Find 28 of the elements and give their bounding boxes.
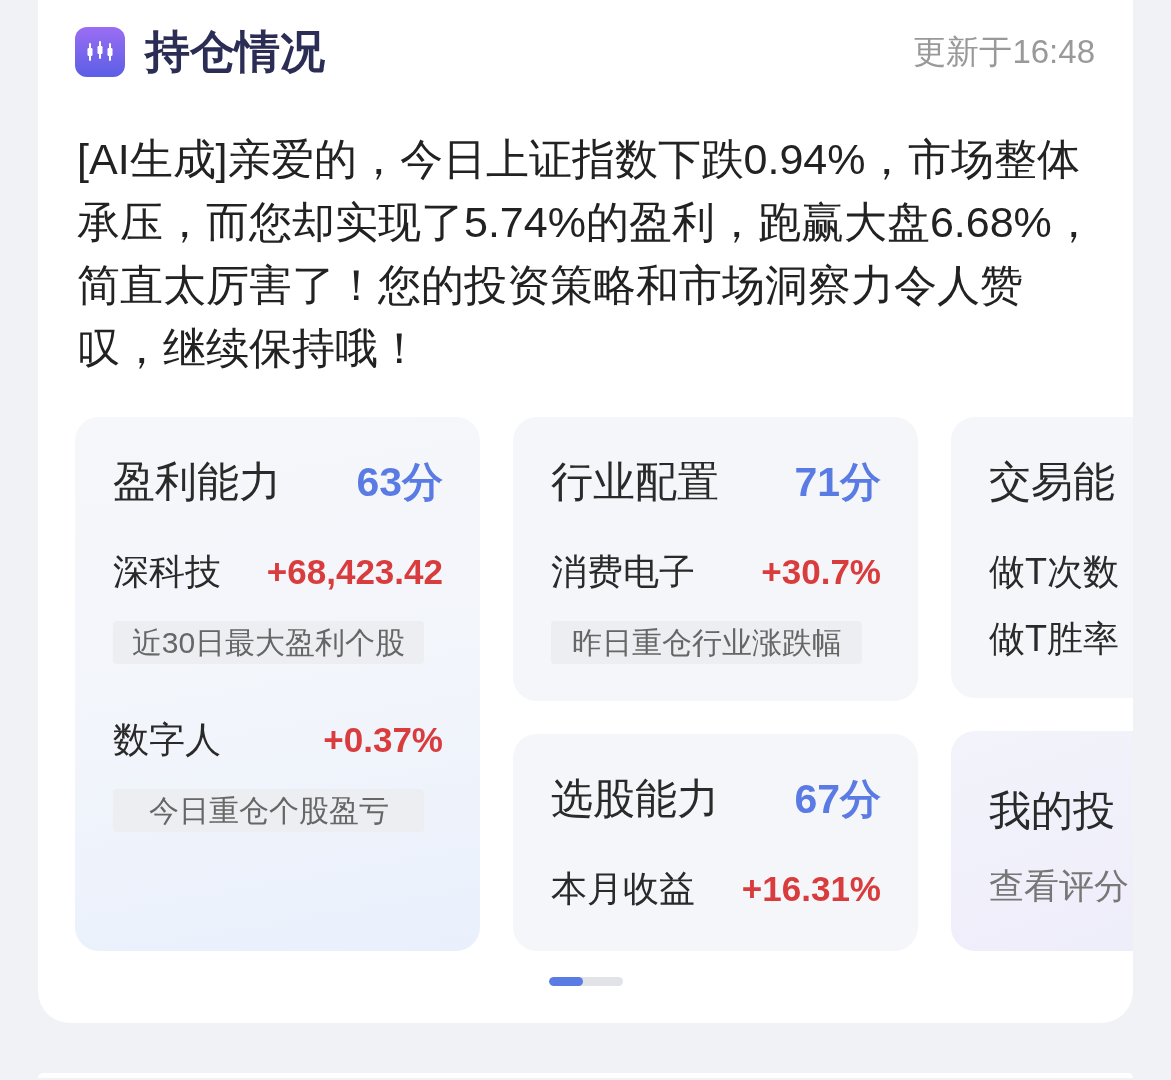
entry-value: +30.7% <box>761 551 881 593</box>
entry-label: 消费电子 <box>551 550 695 594</box>
entry-label: 数字人 <box>113 718 221 762</box>
note-tag: 今日重仓个股盈亏 <box>113 789 424 832</box>
note-tag: 昨日重仓行业涨跌幅 <box>551 621 862 664</box>
entry-value: +16.31% <box>741 868 881 910</box>
link-card[interactable]: 我的投 查看评分 <box>951 731 1133 951</box>
view-score-link[interactable]: 查看评分 <box>989 864 1129 908</box>
score-value: 67分 <box>794 775 881 823</box>
card-title: 选股能力 <box>551 775 719 823</box>
entry-value: +0.37% <box>323 719 443 761</box>
candlestick-icon <box>75 27 125 77</box>
update-time: 更新于16:48 <box>913 32 1095 72</box>
metric-label: 做T胜率 <box>989 617 1119 661</box>
section-title: 持仓情况 <box>145 26 325 78</box>
entry-value: +68,423.42 <box>266 551 443 593</box>
entry-label: 本月收益 <box>551 867 695 911</box>
score-value: 71分 <box>794 458 881 506</box>
card-title: 交易能 <box>989 458 1115 506</box>
ai-summary-text: [AI生成]亲爱的，今日上证指数下跌0.94%，市场整体承压，而您却实现了5.74%的盈利，跑赢大盘6.68%，简直太厉害了！您的投资策略和市场洞察力令人赞叹，继续保持哦！ <box>76 134 1096 374</box>
metric-label: 做T次数 <box>989 550 1119 594</box>
card-title: 盈利能力 <box>113 458 281 506</box>
scroll-indicator-thumb <box>548 977 583 986</box>
score-value: 63分 <box>356 458 443 506</box>
note-tag: 近30日最大盈利个股 <box>113 621 424 664</box>
card-title: 行业配置 <box>551 458 719 506</box>
entry-label: 深科技 <box>113 550 221 594</box>
card-title: 我的投 <box>989 787 1115 835</box>
